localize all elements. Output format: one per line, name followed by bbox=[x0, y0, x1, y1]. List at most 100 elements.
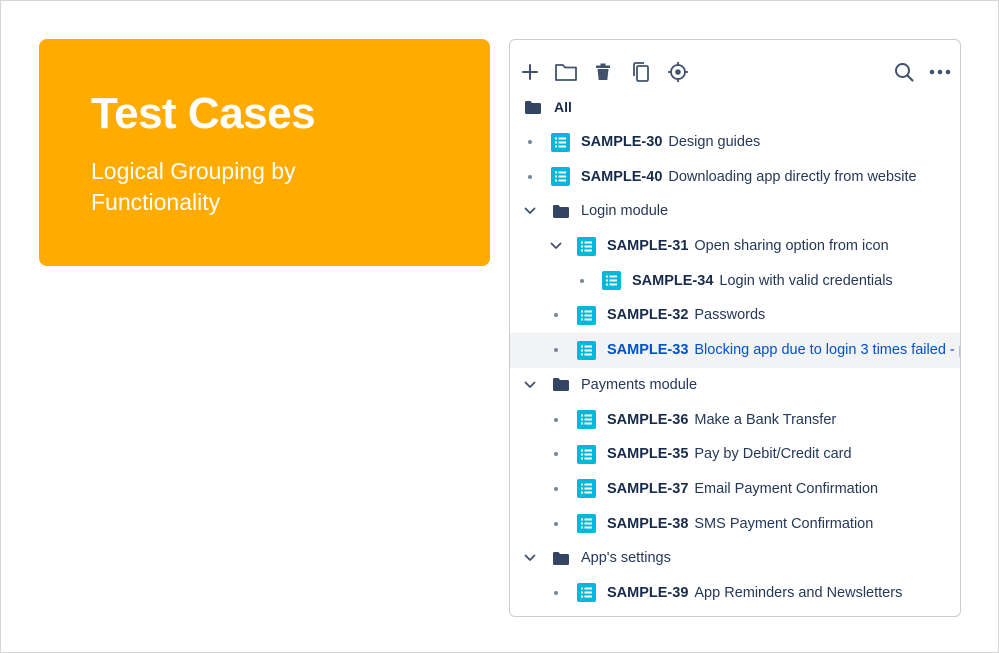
test-case-icon bbox=[551, 132, 570, 152]
folder-label: Login module bbox=[581, 203, 669, 220]
test-case-key: SAMPLE-32 bbox=[607, 307, 689, 324]
locate-button[interactable] bbox=[664, 58, 692, 86]
target-icon bbox=[668, 62, 688, 82]
test-case-key: SAMPLE-39 bbox=[607, 584, 689, 601]
delete-button[interactable] bbox=[589, 58, 617, 86]
folder-icon bbox=[551, 375, 570, 394]
test-case-summary: Make a Bank Transfer bbox=[694, 411, 837, 428]
folder-label: Payments module bbox=[581, 376, 698, 393]
test-case-key: SAMPLE-33 bbox=[607, 342, 689, 359]
bullet bbox=[549, 482, 563, 496]
tree-item-sample-40[interactable]: SAMPLE-40 Downloading app directly from … bbox=[510, 159, 960, 194]
chevron-down-icon bbox=[524, 381, 536, 388]
tree-item-sample-30[interactable]: SAMPLE-30 Design guides bbox=[510, 125, 960, 160]
bullet bbox=[575, 274, 589, 288]
test-case-icon bbox=[577, 305, 596, 325]
test-case-key: SAMPLE-38 bbox=[607, 515, 689, 532]
expand-toggle[interactable] bbox=[523, 204, 537, 218]
tree-item-sample-37[interactable]: SAMPLE-37 Email Payment Confirmation bbox=[510, 472, 960, 507]
expand-toggle[interactable] bbox=[549, 239, 563, 253]
bullet bbox=[549, 413, 563, 427]
bullet bbox=[523, 170, 537, 184]
folder-icon bbox=[551, 549, 570, 568]
test-case-label: SAMPLE-36 Make a Bank Transfer bbox=[607, 412, 836, 428]
trash-icon bbox=[596, 63, 610, 80]
chevron-down-icon bbox=[550, 242, 562, 249]
test-case-label: SAMPLE-37 Email Payment Confirmation bbox=[607, 481, 878, 497]
test-case-link[interactable]: SAMPLE-33 Blocking app due to login 3 ti… bbox=[607, 342, 961, 359]
add-button[interactable] bbox=[516, 58, 544, 86]
tree-item-sample-32[interactable]: SAMPLE-32 Passwords bbox=[510, 298, 960, 333]
test-case-summary: Design guides bbox=[668, 134, 761, 151]
test-case-summary: Email Payment Confirmation bbox=[694, 480, 879, 497]
tree-item-sample-31[interactable]: SAMPLE-31 Open sharing option from icon bbox=[510, 229, 960, 264]
expand-toggle[interactable] bbox=[523, 551, 537, 565]
bullet bbox=[523, 135, 537, 149]
test-case-summary: Passwords bbox=[694, 307, 766, 324]
tree-root-all[interactable]: All bbox=[510, 90, 960, 125]
test-repository-panel: All SAMPLE-30 Design guides SAMPLE-40 Do… bbox=[509, 39, 961, 617]
test-case-label: SAMPLE-31 Open sharing option from icon bbox=[607, 238, 889, 254]
more-actions-button[interactable] bbox=[926, 58, 954, 86]
test-case-key: SAMPLE-36 bbox=[607, 411, 689, 428]
expand-toggle[interactable] bbox=[523, 378, 537, 392]
test-case-icon bbox=[602, 271, 621, 291]
tree-item-sample-39[interactable]: SAMPLE-39 App Reminders and Newsletters bbox=[510, 576, 960, 611]
test-case-key: SAMPLE-34 bbox=[632, 272, 714, 289]
bullet bbox=[549, 517, 563, 531]
test-case-key: SAMPLE-35 bbox=[607, 446, 689, 463]
test-case-key: SAMPLE-40 bbox=[581, 168, 663, 185]
test-case-label: SAMPLE-35 Pay by Debit/Credit card bbox=[607, 446, 852, 462]
plus-icon bbox=[522, 64, 538, 80]
hero-title: Test Cases bbox=[91, 89, 316, 138]
test-case-icon bbox=[577, 583, 596, 603]
chevron-down-icon bbox=[524, 208, 536, 215]
test-case-summary: Open sharing option from icon bbox=[694, 238, 889, 255]
test-case-summary: App Reminders and Newsletters bbox=[694, 584, 903, 601]
test-case-summary: Downloading app directly from website bbox=[668, 168, 917, 185]
search-button[interactable] bbox=[890, 58, 918, 86]
title-card: Test Cases Logical Grouping by Functiona… bbox=[39, 39, 490, 266]
tree-toolbar bbox=[510, 58, 960, 86]
test-case-label: SAMPLE-34 Login with valid credentials bbox=[632, 273, 893, 289]
test-case-label: SAMPLE-38 SMS Payment Confirmation bbox=[607, 516, 873, 532]
test-case-key: SAMPLE-37 bbox=[607, 480, 689, 497]
test-case-icon bbox=[577, 514, 596, 534]
test-case-icon bbox=[577, 236, 596, 256]
folder-label: App's settings bbox=[581, 550, 671, 567]
search-icon bbox=[895, 63, 914, 82]
hero-subtitle: Logical Grouping by Functionality bbox=[91, 158, 296, 215]
test-case-icon bbox=[577, 479, 596, 499]
tree-folder-payments-module[interactable]: Payments module bbox=[510, 368, 960, 403]
tree-item-sample-35[interactable]: SAMPLE-35 Pay by Debit/Credit card bbox=[510, 437, 960, 472]
tree-item-sample-36[interactable]: SAMPLE-36 Make a Bank Transfer bbox=[510, 402, 960, 437]
test-case-key: SAMPLE-30 bbox=[581, 134, 663, 151]
new-folder-button[interactable] bbox=[552, 58, 580, 86]
test-case-summary: Blocking app due to login 3 times failed… bbox=[694, 342, 961, 359]
test-case-label: SAMPLE-32 Passwords bbox=[607, 307, 765, 323]
test-case-label: SAMPLE-39 App Reminders and Newsletters bbox=[607, 585, 902, 601]
test-case-icon bbox=[577, 410, 596, 430]
chevron-down-icon bbox=[524, 554, 536, 562]
bullet bbox=[549, 586, 563, 600]
bullet bbox=[549, 447, 563, 461]
tree-item-sample-38[interactable]: SAMPLE-38 SMS Payment Confirmation bbox=[510, 506, 960, 541]
folder-icon bbox=[555, 64, 577, 81]
folder-icon bbox=[551, 202, 570, 221]
slide-frame: Test Cases Logical Grouping by Functiona… bbox=[0, 0, 999, 653]
test-case-summary: Pay by Debit/Credit card bbox=[694, 446, 852, 463]
test-case-tree: All SAMPLE-30 Design guides SAMPLE-40 Do… bbox=[510, 90, 960, 610]
tree-root-label: All bbox=[554, 99, 572, 116]
copy-button[interactable] bbox=[627, 58, 655, 86]
bullet bbox=[549, 308, 563, 322]
test-case-icon bbox=[551, 167, 570, 187]
more-icon bbox=[929, 69, 951, 75]
test-case-icon bbox=[577, 340, 596, 360]
tree-folder-login-module[interactable]: Login module bbox=[510, 194, 960, 229]
tree-item-sample-34[interactable]: SAMPLE-34 Login with valid credentials bbox=[510, 263, 960, 298]
copy-icon bbox=[633, 62, 649, 82]
folder-icon bbox=[523, 98, 542, 117]
tree-item-sample-33[interactable]: SAMPLE-33 Blocking app due to login 3 ti… bbox=[510, 332, 961, 368]
test-case-icon bbox=[577, 444, 596, 464]
tree-folder-apps-settings[interactable]: App's settings bbox=[510, 541, 960, 576]
